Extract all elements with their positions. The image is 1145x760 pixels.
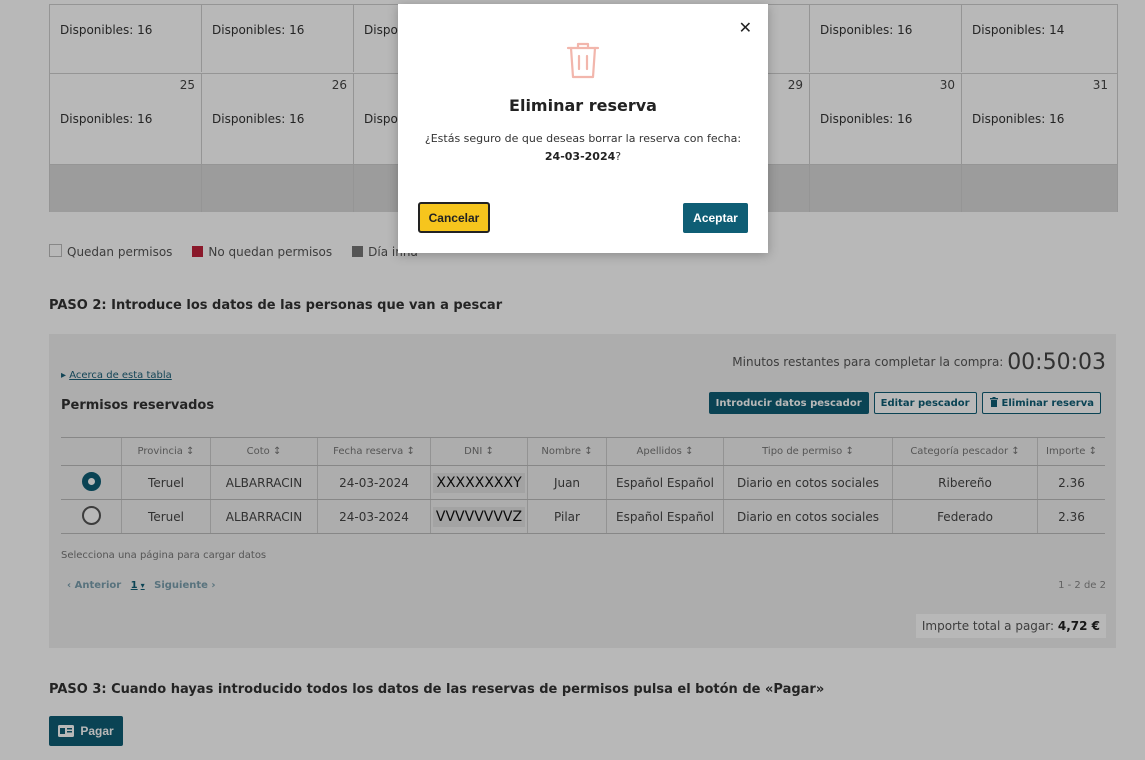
trash-icon bbox=[566, 42, 600, 79]
accept-button[interactable]: Aceptar bbox=[683, 203, 748, 233]
cancel-button[interactable]: Cancelar bbox=[418, 202, 490, 233]
dialog-message-suffix: ? bbox=[615, 150, 622, 163]
close-icon[interactable]: ✕ bbox=[739, 18, 752, 37]
dialog-message-text: ¿Estás seguro de que deseas borrar la re… bbox=[424, 132, 742, 145]
dialog-date: 24-03-2024 bbox=[544, 150, 616, 163]
dialog-title: Eliminar reserva bbox=[509, 96, 657, 115]
dialog-message: ¿Estás seguro de que deseas borrar la re… bbox=[418, 130, 748, 166]
delete-reservation-dialog: ✕ Eliminar reserva ¿Estás seguro de que … bbox=[398, 4, 768, 253]
